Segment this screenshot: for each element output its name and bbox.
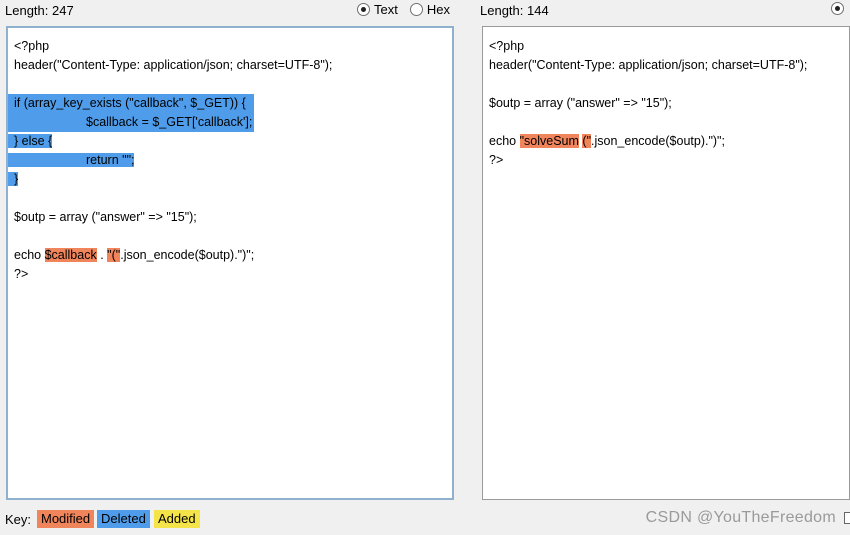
hex-radio[interactable]	[409, 3, 423, 16]
left-pane: Length: 247 Text Hex <?php header("Conte…	[0, 0, 460, 500]
key-label: Key:	[5, 512, 32, 527]
code-text: return "";	[86, 153, 135, 167]
watermark: CSDN @YouTheFreedom	[645, 509, 836, 526]
code-text: $callback = $_GET['callback'];	[86, 115, 253, 129]
left-view-mode-group: Text Hex	[349, 2, 450, 17]
modified-text: $callback	[44, 248, 97, 262]
code-line: $outp = array ("answer" => "15");	[489, 96, 672, 110]
code-line-echo: echo $callback . "(".json_encode($outp).…	[14, 246, 452, 265]
code-line-echo: echo "solveSum (".json_encode($outp).")"…	[489, 132, 849, 151]
left-pane-header: Length: 247 Text Hex	[0, 0, 460, 22]
right-pane: Length: 144 <?php header("Content-Type: …	[474, 0, 850, 500]
modified-text: "("	[107, 248, 121, 262]
deleted-code-line: }	[8, 170, 452, 189]
code-line: ?>	[489, 153, 504, 167]
left-length-label: Length: 247	[5, 3, 74, 18]
code-text: echo	[14, 248, 45, 262]
modified-text: ("	[582, 134, 592, 148]
text-radio-label[interactable]: Text	[374, 2, 398, 17]
modified-key-badge: Modified	[37, 510, 95, 528]
right-length-label: Length: 144	[480, 3, 549, 18]
code-text: echo	[489, 134, 520, 148]
deleted-code-line: return "";	[8, 151, 452, 170]
right-code-editor[interactable]: <?php header("Content-Type: application/…	[482, 26, 850, 500]
deleted-code-line: } else {	[8, 132, 452, 151]
left-code-editor[interactable]: <?php header("Content-Type: application/…	[6, 26, 454, 500]
code-line: <?php	[489, 39, 525, 53]
code-line: $outp = array ("answer" => "15");	[14, 210, 197, 224]
deleted-key-badge: Deleted	[97, 510, 150, 528]
right-view-mode-group	[823, 2, 844, 15]
corner-checkbox-icon	[844, 512, 850, 524]
code-line: ?>	[14, 267, 29, 281]
code-text: .json_encode($outp).")";	[120, 248, 255, 262]
code-line: <?php	[14, 39, 50, 53]
text-radio[interactable]	[357, 3, 371, 16]
code-text: .json_encode($outp).")";	[591, 134, 725, 148]
deleted-text: } else {	[8, 134, 53, 148]
indent-highlight: return "";	[8, 153, 135, 167]
right-text-radio[interactable]	[831, 2, 844, 15]
modified-text: "solveSum	[519, 134, 579, 148]
deleted-code-line: if (array_key_exists ("callback", $_GET)…	[8, 94, 254, 113]
code-line: header("Content-Type: application/json; …	[489, 58, 808, 72]
code-line: header("Content-Type: application/json; …	[14, 58, 333, 72]
legend-footer: Key: Modified Deleted Added CSDN @YouThe…	[0, 508, 850, 530]
right-pane-header: Length: 144	[474, 0, 850, 22]
hex-radio-label[interactable]: Hex	[427, 2, 450, 17]
added-key-badge: Added	[154, 510, 200, 528]
deleted-text: }	[8, 172, 19, 186]
deleted-code-line: $callback = $_GET['callback'];	[8, 113, 254, 132]
